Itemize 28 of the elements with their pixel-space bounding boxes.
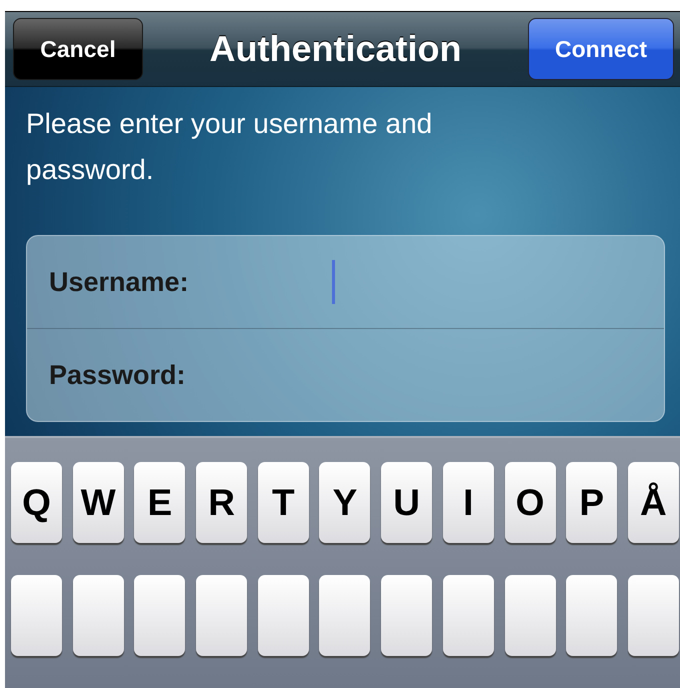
keyboard-key[interactable]: [72, 575, 124, 656]
keyboard-key[interactable]: W: [72, 462, 124, 543]
cancel-button[interactable]: Cancel: [13, 18, 143, 80]
keyboard-key[interactable]: Å: [628, 462, 679, 543]
nav-title: Authentication: [210, 28, 462, 70]
instructions-text: Please enter your username and password.: [26, 107, 434, 188]
keyboard-key[interactable]: [258, 575, 309, 656]
field-label: Username:: [49, 266, 190, 298]
keyboard-key[interactable]: T: [258, 462, 309, 543]
keyboard-key[interactable]: E: [134, 462, 186, 543]
keyboard-key[interactable]: U: [381, 462, 432, 543]
keyboard-key[interactable]: [319, 575, 370, 656]
keyboard-key[interactable]: [196, 575, 248, 656]
keyboard-key[interactable]: I: [442, 462, 494, 543]
keyboard-key[interactable]: Q: [11, 462, 62, 543]
keyboard-key[interactable]: [134, 575, 186, 656]
keyboard-key[interactable]: Y: [319, 462, 370, 543]
keyboard-key[interactable]: P: [566, 462, 618, 543]
keyboard-key[interactable]: O: [504, 462, 556, 543]
field-label: Password:: [49, 360, 187, 391]
keyboard-key[interactable]: [442, 575, 494, 656]
keyboard-key[interactable]: [381, 575, 432, 656]
keyboard-key[interactable]: [566, 575, 618, 656]
keyboard-key[interactable]: R: [196, 462, 248, 543]
connect-button[interactable]: Connect: [528, 18, 674, 80]
keyboard-key[interactable]: [628, 575, 679, 656]
keyboard-key[interactable]: [11, 575, 62, 656]
keyboard-key[interactable]: [504, 575, 556, 656]
